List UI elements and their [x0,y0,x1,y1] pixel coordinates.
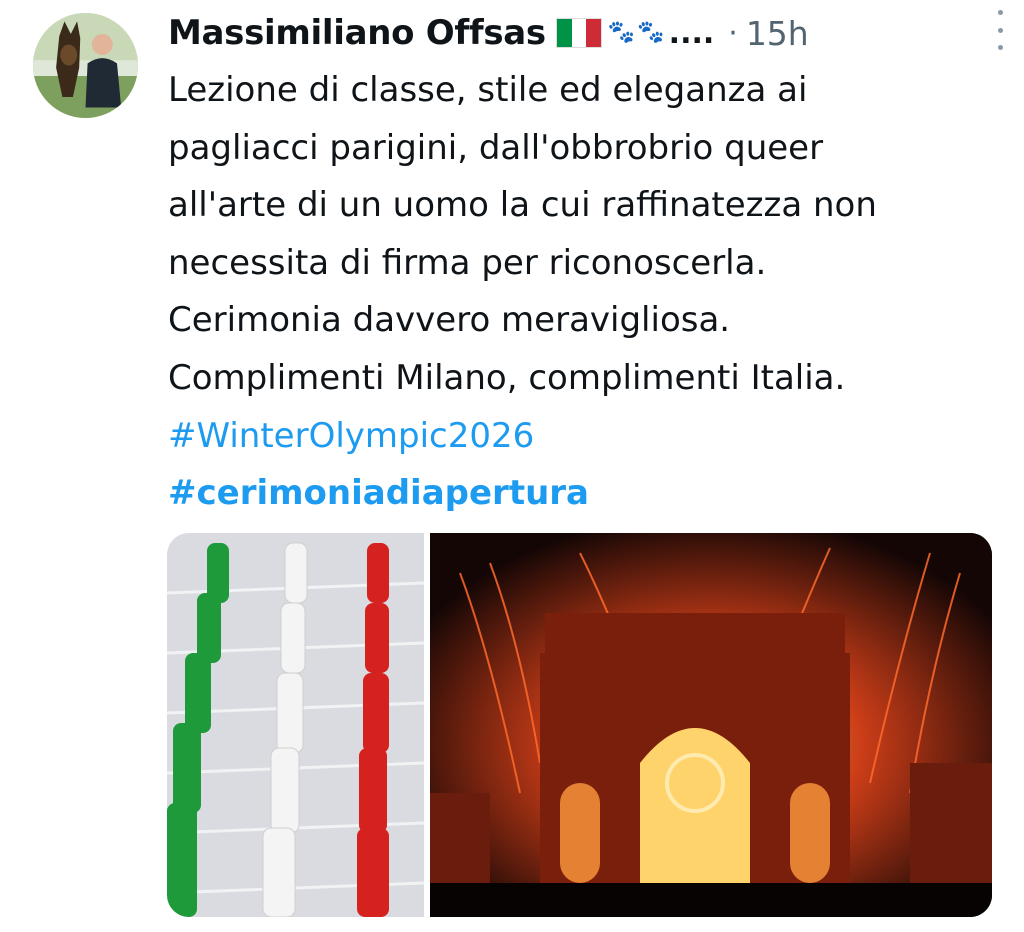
more-options-icon[interactable] [990,10,1010,50]
tweet-text-line: necessita di firma per riconoscerla. [168,242,767,283]
avatar[interactable] [33,13,138,118]
name-truncation: .... [668,15,715,51]
tweet-text-line: pagliacci parigini, dall'obbrobrio queer [168,127,824,168]
media-image-arch[interactable] [430,533,992,917]
tweet-text-line: all'arte di un uomo la cui raffinatezza … [168,185,877,226]
tweet-header: Massimiliano Offsas 🐾 🐾 .... · 15h [168,6,988,60]
tweet-timestamp[interactable]: 15h [746,14,809,53]
tweet-text-line: Complimenti Milano, complimenti Italia. [168,357,846,398]
paw-prints-icon: 🐾 🐾 [607,20,665,45]
tweet-text-line: Lezione di classe, stile ed eleganza ai [168,70,808,110]
arch-fireworks-image [430,533,992,917]
italy-flag-icon [555,18,602,48]
header-separator: · [728,15,738,51]
hashtag-winterolympic2026[interactable]: #WinterOlympic2026 [168,408,998,466]
hashtag-cerimoniadiapertura[interactable]: #cerimoniadiapertura [168,465,998,523]
tweet-media[interactable] [167,533,992,917]
tweet-text: Lezione di classe, stile ed eleganza ai … [168,62,998,523]
tweet-text-line: Cerimonia davvero meravigliosa. [168,300,731,341]
avatar-photo [33,13,138,118]
author-name[interactable]: Massimiliano Offsas [168,13,546,53]
media-image-models[interactable] [167,533,424,917]
models-runway-image [167,533,424,917]
